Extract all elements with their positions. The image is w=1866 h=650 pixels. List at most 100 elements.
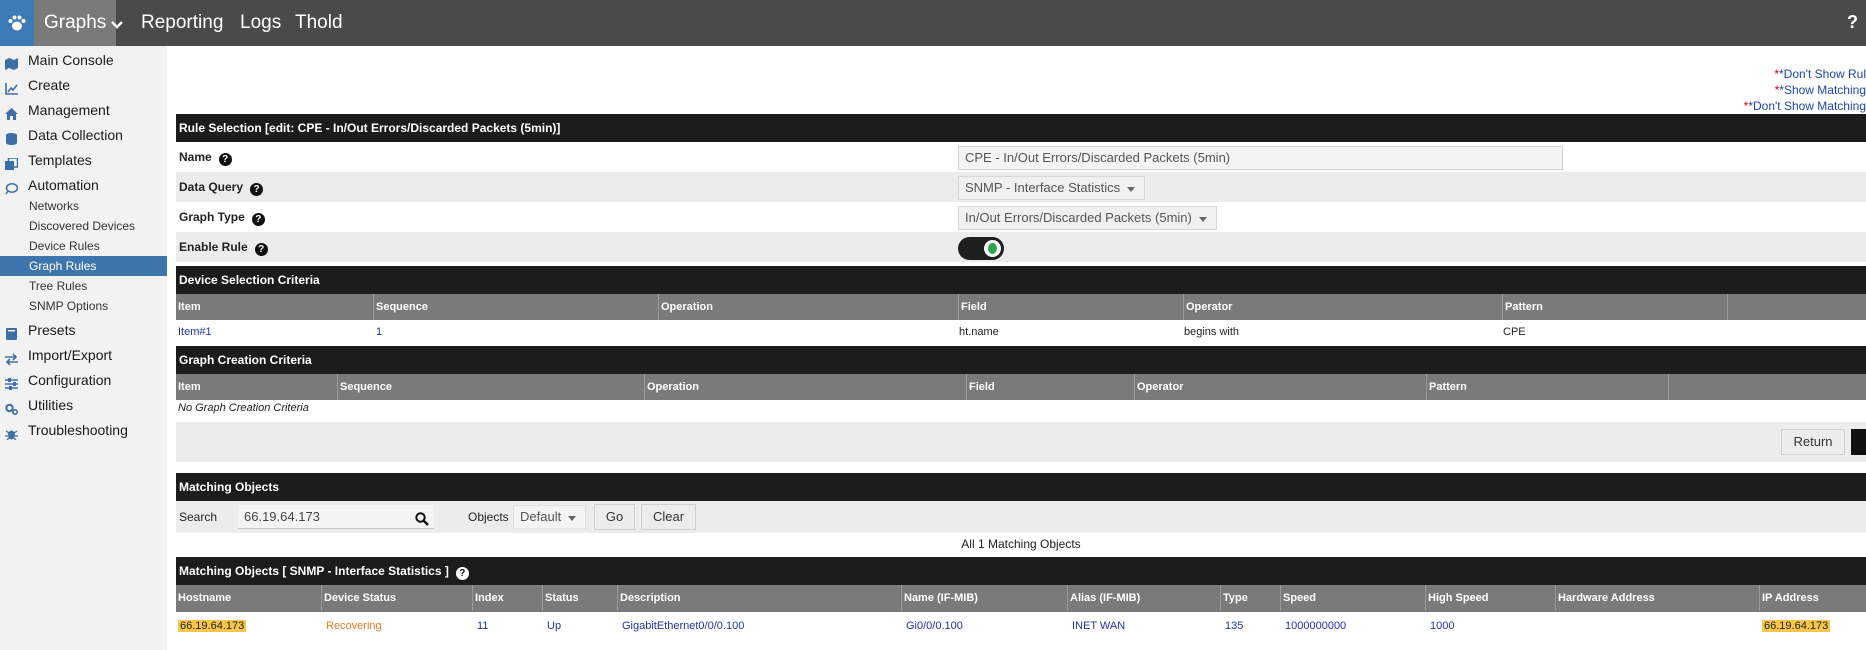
search-input[interactable]: 66.19.64.173 [238,505,434,529]
display-options-links: **Don't Show Rul **Show Matching **Don't… [1743,67,1866,113]
clear-button[interactable]: Clear [641,504,696,530]
help-question-icon[interactable]: ? [251,213,265,226]
sidebar-item-configuration[interactable]: Configuration [0,369,167,391]
home-icon [5,104,18,120]
sidebar-item-create[interactable]: Create [0,74,167,96]
graph-type-select[interactable]: In/Out Errors/Discarded Packets (5min) [958,206,1217,230]
col-header-ip-address[interactable]: IP Address [1760,585,1866,611]
table-row: Item#1 1 ht.name begins with CPE [176,320,1866,344]
cacti-logo-icon[interactable] [0,0,34,46]
rule-selection-header: Rule Selection [edit: CPE - In/Out Error… [176,114,1866,142]
map-icon [5,54,18,70]
col-header-device-status[interactable]: Device Status [322,585,473,611]
table-row[interactable]: 66.19.64.173 Recovering 11 Up GigabitEth… [176,613,1866,639]
criteria-pattern: CPE [1503,326,1526,338]
col-header-status[interactable]: Status [543,585,618,611]
return-button[interactable]: Return [1781,429,1845,455]
hostname-cell: 66.19.64.173 [178,620,247,632]
enable-rule-label: Enable Rule [179,240,248,254]
col-header-item: Item [176,374,338,400]
help-question-icon[interactable]: ? [455,567,469,580]
sidebar-item-presets[interactable]: Presets [0,319,167,341]
help-question-icon[interactable]: ? [218,153,232,166]
index-cell: 11 [477,620,489,632]
name-ifmib-cell: Gi0/0/0.100 [906,620,963,632]
criteria-item-link[interactable]: Item#1 [176,320,212,344]
save-button-partial[interactable] [1851,429,1866,455]
sidebar-sub-graph-rules[interactable]: Graph Rules [0,256,167,276]
copy-icon [5,154,19,170]
sidebar-item-automation[interactable]: Automation [0,174,167,196]
go-button[interactable]: Go [594,504,635,530]
chevron-down-icon[interactable] [111,19,123,33]
col-header-hostname[interactable]: Hostname [176,585,322,611]
search-icon[interactable] [415,510,429,534]
graph-type-label: Graph Type [179,210,245,224]
high-speed-cell: 1000 [1430,620,1455,632]
name-row: Name? CPE - In/Out Errors/Discarded Pack… [176,142,1866,172]
help-question-icon[interactable]: ? [254,243,268,256]
top-nav-bar: Graphs Reporting Logs Thold ? [0,0,1866,46]
col-header-high-speed[interactable]: High Speed [1426,585,1556,611]
sidebar: Main Console Create Management Data Coll… [0,46,167,650]
sidebar-sub-tree-rules[interactable]: Tree Rules [0,276,167,296]
objects-select[interactable]: Default [513,505,587,529]
name-input[interactable]: CPE - In/Out Errors/Discarded Packets (5… [958,146,1563,170]
col-header-field: Field [967,374,1135,400]
sliders-icon [5,374,18,390]
matching-objects-header: Matching Objects [176,473,1866,501]
dont-show-rule-link[interactable]: *Don't Show Rul [1779,67,1866,81]
col-header-speed[interactable]: Speed [1281,585,1426,611]
sidebar-item-management[interactable]: Management [0,99,167,121]
sidebar-sub-device-rules[interactable]: Device Rules [0,236,167,256]
sidebar-item-utilities[interactable]: Utilities [0,394,167,416]
sidebar-item-templates[interactable]: Templates [0,149,167,171]
graph-criteria-table-header: Item Sequence Operation Field Operator P… [176,374,1866,400]
tab-reporting[interactable]: Reporting [141,0,223,46]
sidebar-sub-networks[interactable]: Networks [0,196,167,216]
objects-label: Objects [468,510,509,524]
col-header-sequence: Sequence [374,294,659,320]
col-header-description[interactable]: Description [618,585,902,611]
device-status-cell: Recovering [326,620,382,632]
col-header-hardware-address[interactable]: Hardware Address [1556,585,1760,611]
sidebar-item-import-export[interactable]: Import/Export [0,344,167,366]
data-query-row: Data Query? SNMP - Interface Statistics [176,172,1866,202]
matching-table-header: Hostname Device Status Index Status Desc… [176,585,1866,612]
col-header-index[interactable]: Index [473,585,543,611]
criteria-sequence: 1 [376,326,383,338]
col-header-type[interactable]: Type [1221,585,1281,611]
sidebar-sub-snmp-options[interactable]: SNMP Options [0,296,167,316]
tab-logs[interactable]: Logs [240,0,281,46]
help-question-icon[interactable]: ? [250,183,264,196]
tab-thold[interactable]: Thold [295,0,343,46]
cogs-icon [5,399,19,416]
col-header-name-ifmib[interactable]: Name (IF-MIB) [902,585,1068,611]
criteria-operator: begins with [1184,326,1240,338]
device-criteria-table-header: Item Sequence Operation Field Operator P… [176,294,1866,320]
bug-icon [5,424,18,441]
empty-criteria-message: No Graph Creation Criteria [178,402,309,414]
matching-filter-bar: Search 66.19.64.173 Objects Default Go C… [176,501,1866,533]
database-icon [5,129,18,145]
toggle-knob [984,240,1001,257]
book-icon [5,324,18,340]
dont-show-matching-link[interactable]: *Don't Show Matching [1748,99,1866,113]
col-header-alias-ifmib[interactable]: Alias (IF-MIB) [1068,585,1221,611]
show-matching-link[interactable]: *Show Matching [1779,83,1866,97]
sidebar-item-troubleshooting[interactable]: Troubleshooting [0,419,167,441]
enable-rule-toggle[interactable] [958,237,1004,260]
action-bar: Return [176,422,1866,462]
help-icon[interactable]: ? [1847,12,1858,33]
sidebar-sub-discovered-devices[interactable]: Discovered Devices [0,216,167,236]
ip-address-cell: 66.19.64.173 [1762,620,1831,632]
tab-graphs[interactable]: Graphs [34,0,117,46]
col-header-sequence: Sequence [338,374,645,400]
name-label: Name [179,150,212,164]
col-header-field: Field [959,294,1184,320]
data-query-select[interactable]: SNMP - Interface Statistics [958,176,1146,200]
sidebar-item-data-collection[interactable]: Data Collection [0,124,167,146]
col-header-pattern: Pattern [1503,294,1728,320]
sidebar-item-main-console[interactable]: Main Console [0,49,167,71]
chat-icon [5,179,19,195]
